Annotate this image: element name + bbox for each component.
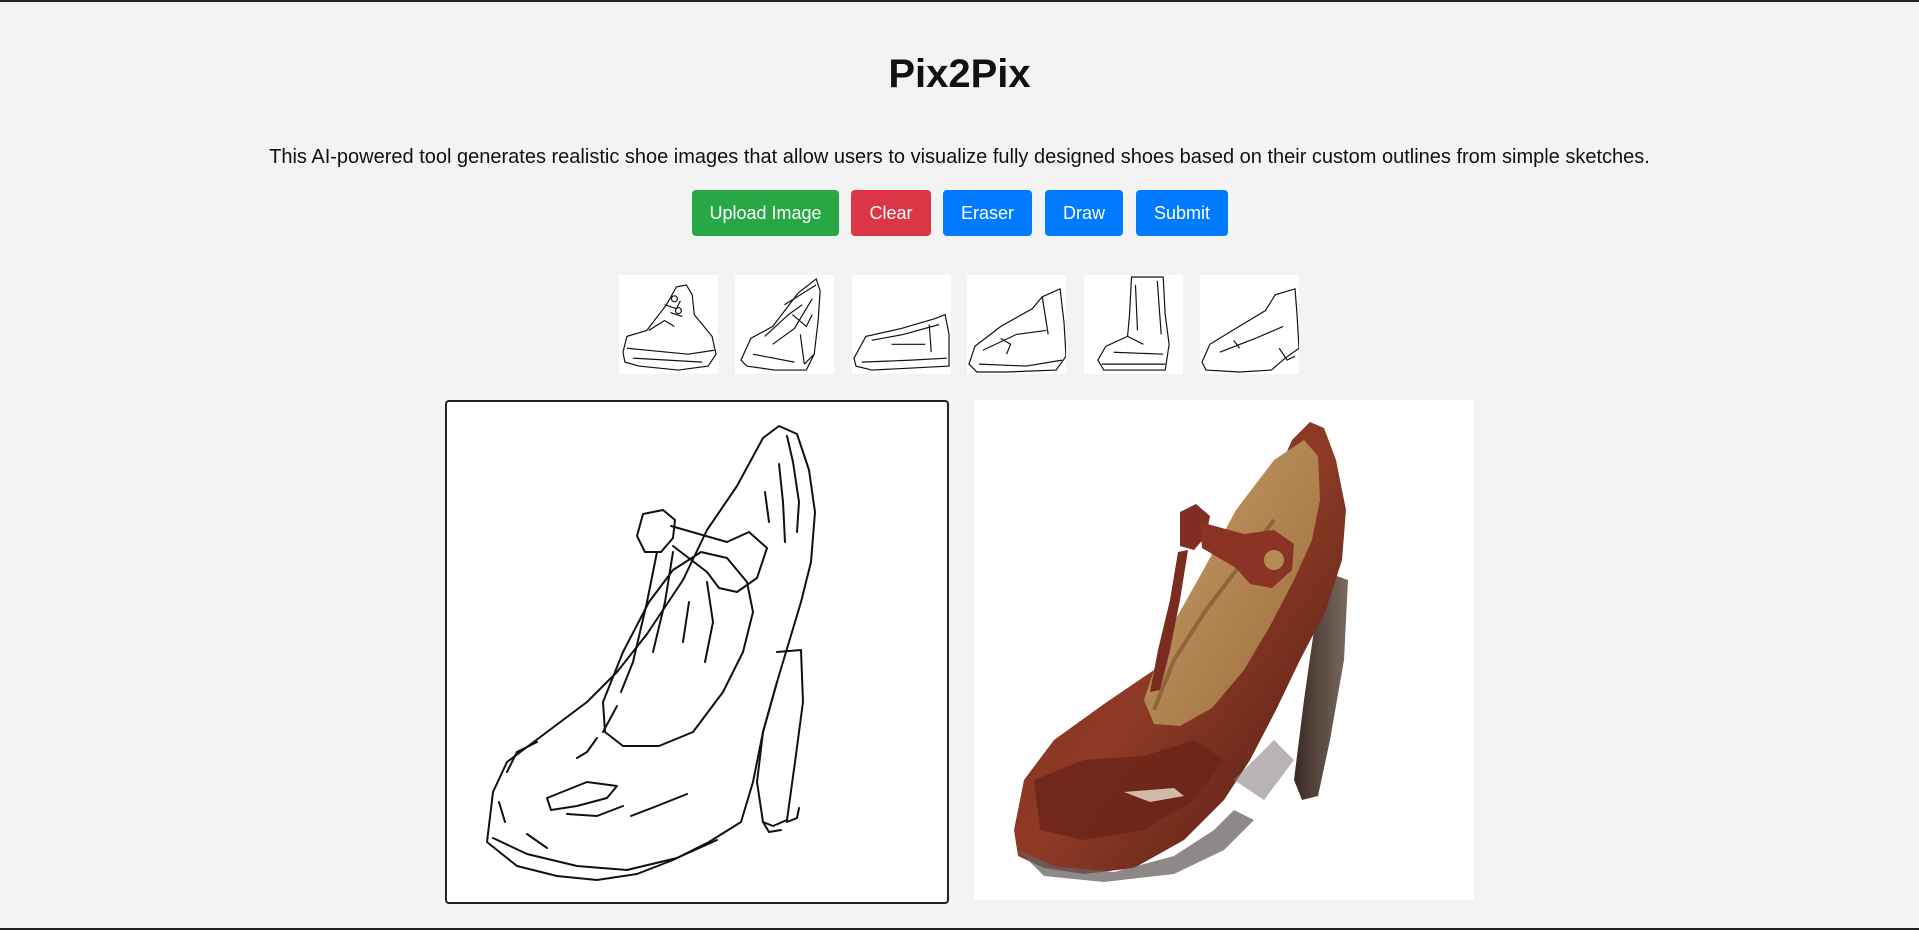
- shoe-sketch-drawing: [486, 425, 816, 881]
- drawing-canvas[interactable]: [445, 400, 949, 904]
- sample-sketch-3[interactable]: [852, 275, 951, 374]
- draw-button[interactable]: Draw: [1045, 190, 1123, 236]
- tall-boot-sketch-icon: [1097, 276, 1170, 371]
- sample-sketch-1[interactable]: [619, 275, 718, 374]
- submit-button[interactable]: Submit: [1136, 190, 1228, 236]
- sample-sketch-2[interactable]: [735, 275, 834, 374]
- clear-button[interactable]: Clear: [851, 190, 931, 236]
- heel-sketch-icon: [740, 277, 821, 371]
- sneaker-sketch-icon: [622, 284, 717, 371]
- sample-sketch-5[interactable]: [1084, 275, 1183, 374]
- heeled-bootie-sketch-icon: [1201, 288, 1299, 373]
- generated-output-image: [974, 400, 1474, 900]
- top-border: [0, 0, 1919, 2]
- sample-sketch-6[interactable]: [1200, 275, 1299, 374]
- page-title: Pix2Pix: [888, 52, 1031, 96]
- generated-shoe-photo: [1014, 422, 1348, 882]
- sample-sketch-4[interactable]: [967, 275, 1066, 374]
- eraser-button[interactable]: Eraser: [943, 190, 1032, 236]
- page-description: This AI-powered tool generates realistic…: [269, 146, 1650, 168]
- toolbar: Upload Image Clear Eraser Draw Submit: [0, 190, 1919, 236]
- loafer-sketch-icon: [853, 313, 950, 371]
- upload-image-button[interactable]: Upload Image: [692, 190, 839, 236]
- ankle-boot-sketch-icon: [968, 287, 1066, 373]
